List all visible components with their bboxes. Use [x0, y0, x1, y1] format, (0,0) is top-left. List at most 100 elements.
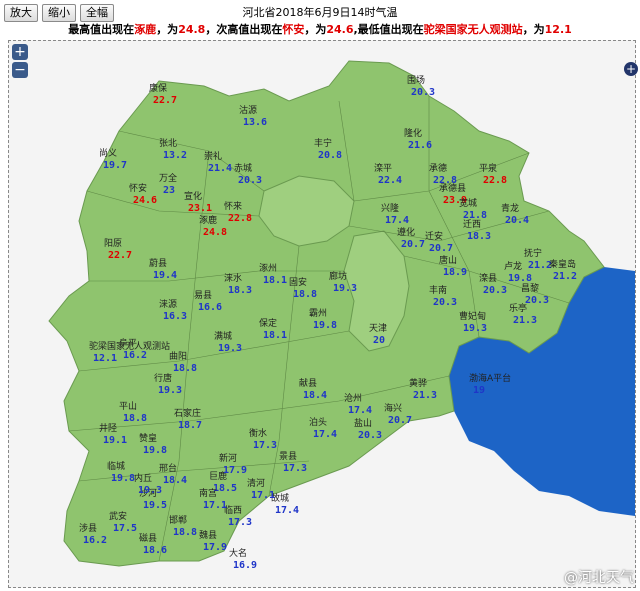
station-marker[interactable]: 抚宁21.2: [524, 247, 552, 271]
station-marker[interactable]: 崇礼21.4: [204, 150, 232, 174]
station-marker[interactable]: 黄骅21.3: [409, 377, 437, 401]
station-name: 蔚县: [149, 257, 167, 269]
station-temperature: 22.4: [378, 175, 402, 186]
station-name: 大名: [229, 547, 247, 559]
station-temperature: 17.3: [253, 440, 277, 451]
station-temperature: 19.8: [143, 445, 167, 456]
station-temperature: 18.8: [173, 363, 197, 374]
station-marker[interactable]: 赤城20.3: [234, 163, 262, 186]
station-marker[interactable]: 清河17.1: [247, 477, 275, 501]
station-marker[interactable]: 大名16.9: [229, 547, 257, 571]
station-marker[interactable]: 赞皇19.8: [139, 432, 167, 456]
map-viewport[interactable]: 康保 22.7 沽源 13.6 尚义 19.7 张北 13.2 崇礼 21.4 赤城 20.3 万全 23…: [8, 40, 636, 588]
station-name: 满城: [214, 331, 232, 342]
station-marker[interactable]: 隆化21.6: [404, 127, 432, 151]
station-marker[interactable]: 新河17.9: [219, 452, 247, 476]
station-temperature: 18.7: [178, 420, 202, 431]
station-temperature: 17.9: [203, 542, 227, 553]
station-marker[interactable]: 涞源16.3: [159, 299, 187, 322]
station-marker[interactable]: 保定18.1: [259, 317, 287, 341]
station-marker[interactable]: 蔚县19.4: [149, 257, 177, 281]
station-marker[interactable]: 滦平22.4: [374, 162, 402, 186]
layer-switcher-button[interactable]: +: [624, 62, 638, 76]
station-name: 承德县: [439, 182, 466, 194]
station-marker[interactable]: 固安18.8: [289, 276, 317, 300]
station-name: 赤城: [234, 163, 252, 174]
station-marker[interactable]: 廊坊19.3: [329, 270, 357, 294]
station-marker[interactable]: 临西17.3: [224, 504, 252, 528]
station-marker[interactable]: 兴隆17.4: [381, 202, 409, 226]
station-marker[interactable]: 盐山20.3: [354, 417, 382, 441]
station-name: 宣化: [184, 190, 202, 202]
station-name: 丰宁: [314, 137, 332, 149]
station-marker[interactable]: 张北13.2: [159, 138, 187, 161]
station-marker[interactable]: 唐山18.9: [439, 254, 467, 278]
station-marker[interactable]: 井陉19.1: [99, 422, 127, 446]
station-marker[interactable]: 围场20.3: [407, 75, 435, 98]
station-marker[interactable]: 涞水18.3: [224, 272, 252, 296]
station-marker[interactable]: 康保22.7: [149, 82, 177, 106]
station-marker[interactable]: 邢台18.4: [159, 462, 187, 486]
min-value: 12.1: [544, 23, 572, 36]
station-marker[interactable]: 渤海A平台19: [469, 372, 511, 396]
station-marker[interactable]: 丰南20.3: [429, 284, 457, 308]
station-marker[interactable]: 迁安20.7: [425, 230, 453, 254]
station-marker[interactable]: 秦皇岛21.2: [549, 258, 577, 282]
station-marker[interactable]: 尚义19.7: [99, 147, 127, 171]
station-marker[interactable]: 沽源13.6: [239, 104, 267, 128]
station-marker[interactable]: 内丘19.3: [134, 472, 162, 496]
station-marker[interactable]: 故城17.4: [271, 492, 299, 516]
map-zoom-out-button[interactable]: −: [12, 62, 28, 78]
station-marker[interactable]: 怀来22.8: [224, 200, 252, 224]
station-marker[interactable]: 宣化23.1: [184, 190, 212, 214]
station-name: 沧州: [344, 392, 362, 404]
station-marker[interactable]: 青龙20.4: [501, 202, 529, 226]
station-marker[interactable]: 平山18.8: [119, 401, 147, 424]
station-marker[interactable]: 丰宁20.8: [314, 137, 342, 161]
station-marker[interactable]: 昌黎20.3: [521, 282, 549, 306]
station-marker[interactable]: 曲阳18.8: [169, 351, 197, 374]
station-marker[interactable]: 阳原22.7: [104, 238, 132, 261]
station-marker[interactable]: 怀安24.6: [129, 182, 157, 206]
map-zoom-in-button[interactable]: +: [12, 44, 28, 60]
station-marker[interactable]: 沧州17.4: [344, 392, 372, 416]
station-marker[interactable]: 万全23: [159, 172, 177, 196]
station-name: 秦皇岛: [549, 258, 576, 270]
station-marker[interactable]: 涉县16.2: [79, 522, 107, 546]
station-marker[interactable]: 迁西18.3: [463, 219, 491, 242]
station-marker[interactable]: 易县16.6: [194, 290, 222, 313]
station-marker[interactable]: 宽城21.8: [459, 197, 487, 221]
station-marker[interactable]: 邯郸18.8: [169, 514, 197, 538]
station-temperature: 16.3: [163, 311, 187, 322]
subtitle-text: 最高值出现在: [68, 23, 135, 36]
station-name: 昌黎: [521, 282, 539, 294]
station-marker[interactable]: 石家庄18.7: [174, 407, 202, 431]
station-marker[interactable]: 涿州18.1: [259, 263, 287, 286]
station-marker[interactable]: 涿鹿24.8: [199, 214, 227, 238]
station-marker[interactable]: 承德22.8: [429, 162, 457, 186]
station-name: 固安: [289, 276, 307, 288]
station-marker[interactable]: 满城19.3: [214, 331, 242, 354]
station-marker[interactable]: 衡水17.3: [249, 427, 277, 451]
station-marker[interactable]: 武安17.5: [109, 510, 137, 534]
station-marker[interactable]: 天津20: [369, 323, 387, 346]
station-marker[interactable]: 霸州19.8: [309, 308, 337, 331]
station-marker[interactable]: 魏县17.9: [199, 529, 227, 553]
station-marker[interactable]: 行唐19.3: [154, 372, 182, 396]
station-marker[interactable]: 平泉22.8: [479, 162, 507, 186]
station-marker[interactable]: 遵化20.7: [397, 226, 425, 250]
station-name: 迁西: [463, 219, 481, 230]
station-marker[interactable]: 滦县20.3: [479, 272, 507, 296]
station-marker[interactable]: 磁县18.6: [139, 532, 167, 556]
station-marker[interactable]: 献县18.4: [299, 377, 327, 401]
station-temperature: 13.6: [243, 117, 267, 128]
station-temperature: 17.3: [228, 517, 252, 528]
station-marker[interactable]: 临城19.8: [107, 460, 135, 484]
station-temperature: 20.7: [388, 415, 412, 426]
station-marker[interactable]: 海兴20.7: [384, 402, 412, 426]
station-marker[interactable]: 曹妃甸19.3: [459, 310, 487, 334]
station-temperature: 19.8: [508, 273, 532, 284]
station-marker[interactable]: 泊头17.4: [309, 417, 337, 440]
station-temperature: 17.1: [203, 500, 227, 511]
station-marker[interactable]: 景县17.3: [279, 451, 307, 474]
